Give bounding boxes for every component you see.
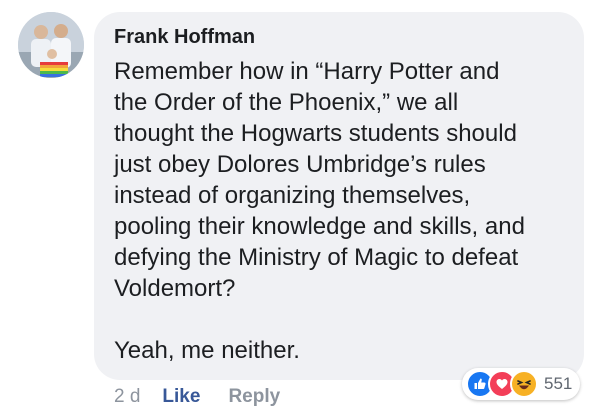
comment-actions: 2 d Like Reply <box>114 383 280 411</box>
comment-bubble: Frank Hoffman Remember how in “Harry Pot… <box>94 12 584 380</box>
avatar[interactable] <box>18 12 84 78</box>
comment-timestamp[interactable]: 2 d <box>114 386 140 408</box>
avatar-photo <box>18 12 84 78</box>
comment: Frank Hoffman Remember how in “Harry Pot… <box>0 0 600 420</box>
like-button[interactable]: Like <box>162 386 200 408</box>
reaction-summary[interactable]: 551 <box>462 368 581 400</box>
comment-author[interactable]: Frank Hoffman <box>114 24 564 50</box>
reply-button[interactable]: Reply <box>228 386 280 408</box>
comment-text: Remember how in “Harry Potter and the Or… <box>114 58 525 364</box>
reaction-count: 551 <box>544 374 573 393</box>
haha-icon <box>510 370 538 398</box>
